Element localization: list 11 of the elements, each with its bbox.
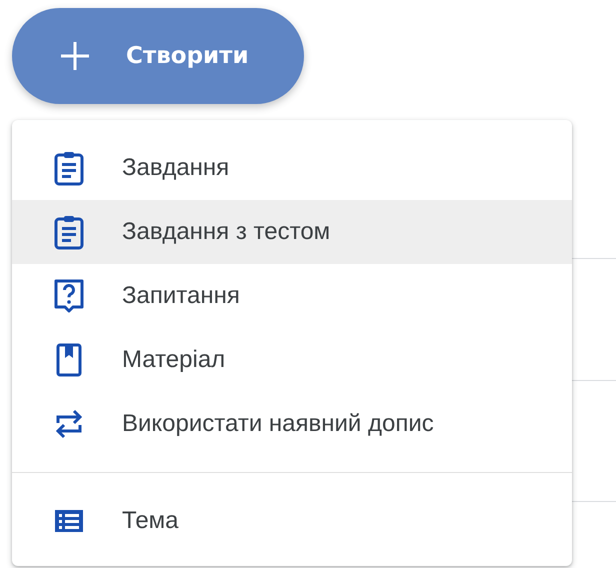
menu-item[interactable]: Використати наявний допис [12,392,572,456]
menu-item[interactable]: Матеріал [12,328,572,392]
question-icon [52,278,86,314]
menu-item[interactable]: Завдання з тестом [12,200,572,264]
menu-item[interactable]: Тема [12,489,572,553]
menu-item[interactable]: Запитання [12,264,572,328]
plus-icon [60,41,90,71]
create-button[interactable]: Створити [12,8,304,104]
clipboard-icon [52,150,86,186]
clipboard-icon [52,214,86,250]
menu-item[interactable]: Завдання [12,136,572,200]
